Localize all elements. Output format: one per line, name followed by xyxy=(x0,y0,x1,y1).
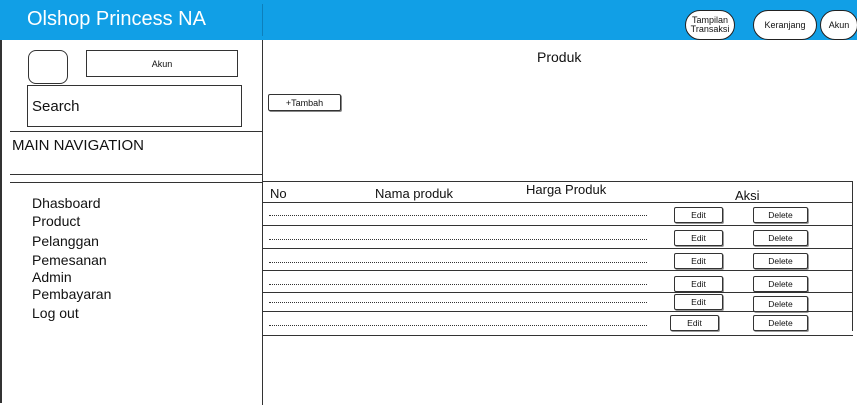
edit-button-label: Edit xyxy=(691,210,706,220)
row-divider xyxy=(263,225,853,226)
row-placeholder xyxy=(269,262,647,263)
edit-button-label: Edit xyxy=(691,233,706,243)
delete-button[interactable]: Delete xyxy=(753,230,808,246)
add-product-label: +Tambah xyxy=(285,97,324,108)
edit-button-label: Edit xyxy=(691,297,706,307)
delete-button[interactable]: Delete xyxy=(753,276,808,292)
delete-button-label: Delete xyxy=(768,279,793,289)
edit-button[interactable]: Edit xyxy=(674,230,723,246)
edit-button[interactable]: Edit xyxy=(674,253,723,269)
column-header-no: No xyxy=(270,186,287,201)
sidebar-divider xyxy=(10,174,263,175)
top-bar: Olshop Princess NA Tampilan Transaksi Ke… xyxy=(0,0,857,40)
edit-button-label: Edit xyxy=(691,256,706,266)
row-divider xyxy=(263,270,853,271)
add-product-button[interactable]: +Tambah xyxy=(268,94,341,111)
app-title: Olshop Princess NA xyxy=(27,8,206,30)
avatar[interactable] xyxy=(28,50,68,84)
header-bottom-border xyxy=(263,202,853,203)
delete-button-label: Delete xyxy=(768,233,793,243)
row-divider xyxy=(263,311,853,312)
delete-button[interactable]: Delete xyxy=(753,315,808,331)
row-placeholder xyxy=(269,239,647,240)
edit-button[interactable]: Edit xyxy=(670,315,719,331)
cart-button-label: Keranjang xyxy=(764,19,806,30)
cart-button[interactable]: Keranjang xyxy=(753,10,817,40)
edit-button[interactable]: Edit xyxy=(674,207,723,223)
sidebar-item-orders[interactable]: Pemesanan xyxy=(32,252,107,268)
page-title: Produk xyxy=(537,49,582,65)
delete-button-label: Delete xyxy=(768,299,793,309)
sidebar-item-payment[interactable]: Pembayaran xyxy=(32,286,111,302)
row-placeholder xyxy=(269,284,647,285)
column-header-actions: Aksi xyxy=(735,188,760,203)
delete-button-label: Delete xyxy=(768,210,793,220)
row-placeholder xyxy=(269,215,647,216)
sidebar-divider xyxy=(10,182,263,183)
delete-button-label: Delete xyxy=(768,256,793,266)
sidebar: Akun Search MAIN NAVIGATION Dhasboard Pr… xyxy=(10,40,263,405)
edit-button-label: Edit xyxy=(691,279,706,289)
sidebar-account-box[interactable]: Akun xyxy=(86,50,238,77)
transaction-view-button[interactable]: Tampilan Transaksi xyxy=(685,10,735,40)
sidebar-item-admin[interactable]: Admin xyxy=(32,269,72,285)
account-button-label: Akun xyxy=(828,19,850,30)
row-placeholder xyxy=(269,302,647,303)
search-input[interactable]: Search xyxy=(27,85,242,127)
delete-button[interactable]: Delete xyxy=(753,253,808,269)
sidebar-item-product[interactable]: Product xyxy=(32,213,80,229)
sidebar-divider xyxy=(10,131,263,132)
row-divider xyxy=(263,248,853,249)
main-content: Produk +Tambah No Nama produk Harga Prod… xyxy=(263,40,853,405)
main-navigation-heading: MAIN NAVIGATION xyxy=(12,137,144,154)
column-header-name: Nama produk xyxy=(375,186,454,201)
transaction-view-label-line2: Transaksi xyxy=(690,24,730,34)
column-header-price: Harga Produk xyxy=(526,182,607,197)
sidebar-item-logout[interactable]: Log out xyxy=(32,305,79,321)
brand-block: Olshop Princess NA xyxy=(10,4,263,36)
table-bottom-border xyxy=(263,335,853,336)
sidebar-item-customer[interactable]: Pelanggan xyxy=(32,233,99,249)
edit-button-label: Edit xyxy=(687,318,702,328)
delete-button[interactable]: Delete xyxy=(753,296,808,312)
delete-button-label: Delete xyxy=(768,318,793,328)
delete-button[interactable]: Delete xyxy=(753,207,808,223)
row-divider xyxy=(263,292,853,293)
row-placeholder xyxy=(269,325,647,326)
sidebar-item-dashboard[interactable]: Dhasboard xyxy=(32,195,101,211)
edit-button[interactable]: Edit xyxy=(674,276,723,292)
account-button[interactable]: Akun xyxy=(820,10,857,40)
search-placeholder: Search xyxy=(32,97,80,115)
sidebar-account-label: Akun xyxy=(151,58,173,69)
table-right-tick xyxy=(852,181,853,331)
edit-button[interactable]: Edit xyxy=(674,294,723,310)
